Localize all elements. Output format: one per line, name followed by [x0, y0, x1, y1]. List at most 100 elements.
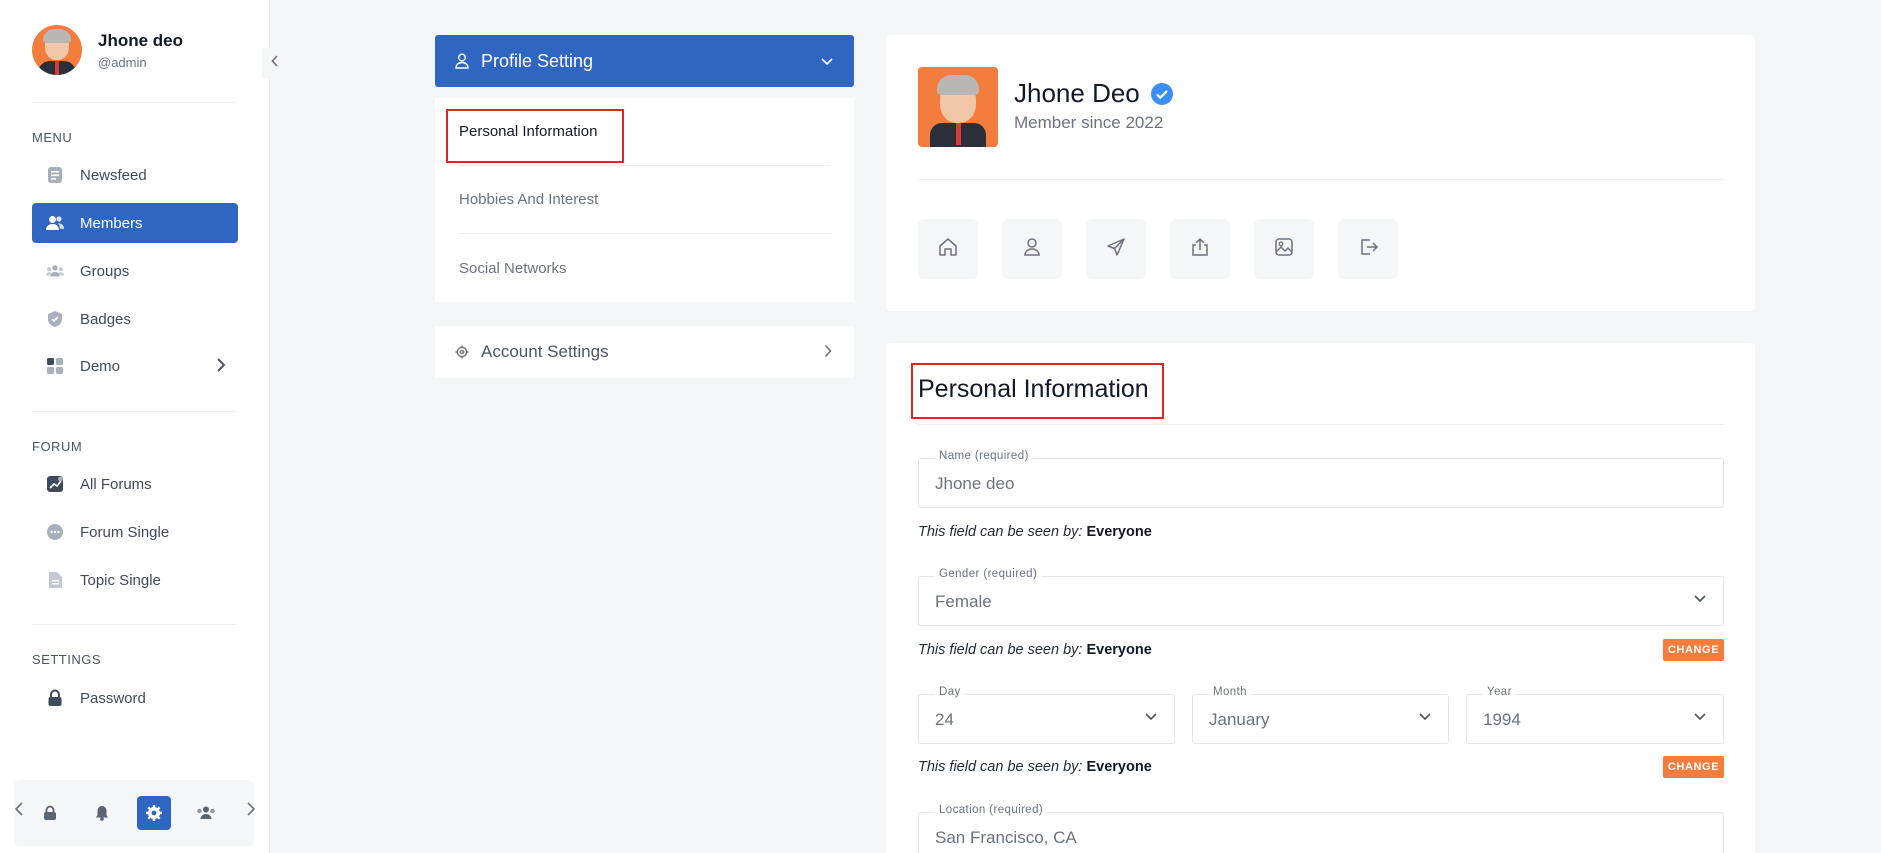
- day-select-value: 24: [935, 710, 954, 729]
- visibility-value: Everyone: [1086, 642, 1152, 658]
- sidebar-item-label: Newsfeed: [80, 166, 147, 184]
- gear-icon[interactable]: [137, 796, 171, 830]
- name-field[interactable]: Name (required) Jhone deo: [918, 450, 1724, 508]
- sidebar-item-members[interactable]: Members: [32, 203, 238, 243]
- gender-select-value: Female: [935, 592, 992, 611]
- sidebar: Jhone deo @admin MENU Newsfeed Members G…: [0, 0, 270, 853]
- member-since: Member since 2022: [1014, 113, 1164, 132]
- lock-icon[interactable]: [33, 796, 67, 830]
- location-field[interactable]: Location (required) San Francisco, CA: [918, 804, 1724, 853]
- sidebar-item-topic-single[interactable]: Topic Single: [32, 560, 238, 600]
- logout-icon: [1357, 236, 1379, 263]
- gender-select-label: Gender (required): [935, 568, 1042, 580]
- sidebar-item-label: All Forums: [80, 475, 152, 493]
- chevron-down-icon: [1693, 594, 1707, 604]
- chevron-right-icon[interactable]: [246, 802, 256, 821]
- change-gender-visibility-button[interactable]: CHANGE: [1663, 639, 1724, 661]
- change-birthday-visibility-button[interactable]: CHANGE: [1663, 756, 1724, 778]
- chevron-left-icon[interactable]: [14, 802, 24, 821]
- chevron-right-icon: [824, 343, 832, 363]
- verified-icon: [1150, 82, 1174, 106]
- profile-card-name: Jhone Deo: [1014, 78, 1140, 108]
- sidebar-profile[interactable]: Jhone deo @admin: [32, 25, 183, 75]
- home-button[interactable]: [918, 219, 978, 279]
- home-icon: [937, 236, 959, 263]
- image-icon: [1273, 236, 1295, 263]
- gender-select[interactable]: Gender (required) Female: [918, 568, 1724, 626]
- gallery-button[interactable]: [1254, 219, 1314, 279]
- day-select-label: Day: [935, 686, 965, 698]
- chevron-right-icon: [216, 358, 226, 376]
- divider: [32, 102, 236, 103]
- sidebar-item-badges[interactable]: Badges: [32, 299, 238, 339]
- highlight-box: [446, 109, 624, 163]
- users-icon[interactable]: [189, 796, 223, 830]
- badges-icon: [46, 310, 64, 328]
- send-button[interactable]: [1086, 219, 1146, 279]
- upload-button[interactable]: [1170, 219, 1230, 279]
- sidebar-item-demo[interactable]: Demo: [32, 346, 238, 386]
- sidebar-item-label: Forum Single: [80, 523, 170, 541]
- highlight-box: [911, 363, 1164, 419]
- name-field-value: Jhone deo: [935, 474, 1015, 493]
- newsfeed-icon: [46, 166, 64, 184]
- divider: [918, 179, 1724, 180]
- chevron-down-icon: [1693, 712, 1707, 722]
- send-icon: [1105, 236, 1127, 263]
- sidebar-item-label: Groups: [80, 262, 130, 280]
- menu-item-label: Social Networks: [459, 259, 567, 277]
- menu-item-label: Hobbies And Interest: [459, 191, 599, 208]
- avatar[interactable]: [918, 67, 998, 147]
- sidebar-item-newsfeed[interactable]: Newsfeed: [32, 155, 238, 195]
- chat-icon: [46, 523, 64, 541]
- visibility-value: Everyone: [1086, 524, 1152, 540]
- account-settings-accordion[interactable]: Account Settings: [435, 326, 854, 378]
- sidebar-collapse-button[interactable]: [262, 48, 288, 78]
- sidebar-item-password[interactable]: Password: [32, 678, 238, 718]
- divider: [32, 411, 236, 412]
- divider: [32, 624, 236, 625]
- profile-name: Jhone deo: [98, 30, 184, 50]
- profile-setting-label: Profile Setting: [481, 50, 594, 71]
- menu-item-hobbies-and-interest[interactable]: Hobbies And Interest: [459, 166, 831, 234]
- month-select-value: January: [1209, 710, 1270, 729]
- sidebar-item-forum-single[interactable]: Forum Single: [32, 512, 238, 552]
- sidebar-item-label: Topic Single: [80, 571, 161, 589]
- bell-icon[interactable]: [85, 796, 119, 830]
- logout-button[interactable]: [1338, 219, 1398, 279]
- month-select[interactable]: Month January: [1192, 686, 1449, 744]
- profile-card: Jhone Deo Member since 2022: [886, 35, 1755, 311]
- account-settings-label: Account Settings: [481, 342, 609, 361]
- sidebar-item-label: Members: [80, 214, 143, 232]
- menu-item-social-networks[interactable]: Social Networks: [459, 234, 831, 302]
- sidebar-item-label: Badges: [80, 310, 131, 328]
- gear-icon: [455, 345, 469, 359]
- year-select-value: 1994: [1483, 710, 1521, 729]
- user-icon: [455, 53, 469, 69]
- grid-icon: [46, 357, 64, 375]
- lock-icon: [46, 689, 64, 707]
- personal-information-form: Personal Information Name (required) Jho…: [886, 343, 1755, 853]
- chevron-down-icon: [1418, 712, 1432, 722]
- sidebar-item-label: Demo: [80, 357, 121, 375]
- chevron-down-icon: [820, 51, 834, 72]
- gender-visibility: This field can be seen by: Everyone: [918, 642, 1152, 658]
- chevron-down-icon: [1144, 712, 1158, 722]
- profile-handle: @admin: [98, 54, 147, 70]
- year-select[interactable]: Year 1994: [1466, 686, 1724, 744]
- section-title-forum: FORUM: [32, 439, 83, 454]
- profile-setting-accordion[interactable]: Profile Setting: [435, 35, 854, 87]
- user-icon: [1021, 236, 1043, 263]
- visibility-prefix: This field can be seen by:: [918, 759, 1083, 775]
- visibility-prefix: This field can be seen by:: [918, 642, 1083, 658]
- visibility-prefix: This field can be seen by:: [918, 524, 1083, 540]
- members-icon: [46, 214, 64, 232]
- avatar[interactable]: [32, 25, 82, 75]
- profile-button[interactable]: [1002, 219, 1062, 279]
- upload-icon: [1189, 236, 1211, 263]
- sidebar-item-label: Password: [80, 689, 146, 707]
- sidebar-item-all-forums[interactable]: All Forums: [32, 464, 238, 504]
- day-select[interactable]: Day 24: [918, 686, 1175, 744]
- sidebar-item-groups[interactable]: Groups: [32, 251, 238, 291]
- document-icon: [46, 571, 64, 589]
